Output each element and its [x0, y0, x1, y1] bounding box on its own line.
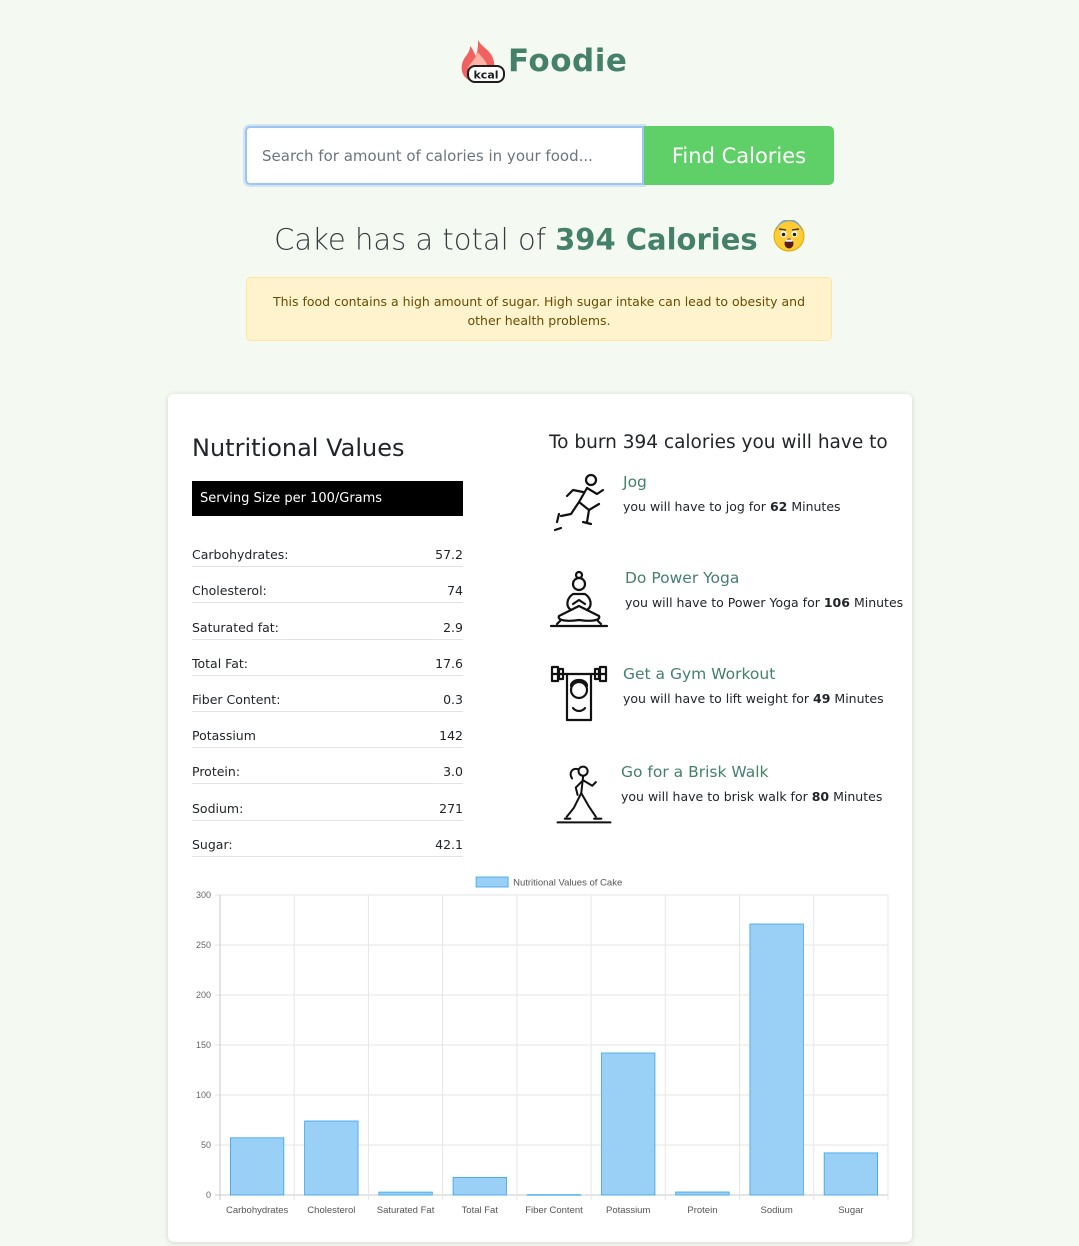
nutrition-value: 74 [447, 583, 463, 599]
chart-bar [229, 1137, 285, 1196]
chart-bar [304, 1120, 359, 1196]
walking-icon [556, 765, 612, 824]
chart-bar [378, 1191, 433, 1196]
x-tick-label: Cholesterol [307, 1205, 355, 1216]
find-calories-button[interactable]: Find Calories [644, 126, 834, 185]
exercise-detail: you will have to jog for 62 Minutes [623, 499, 841, 514]
brand-badge: kcal [473, 69, 498, 82]
exercise-title: Get a Gym Workout [623, 665, 776, 683]
x-tick-label: Total Fat [462, 1205, 499, 1216]
chart-bar [749, 923, 804, 1196]
exercise-yoga: Do Power Yoga you will have to Power Yog… [549, 568, 903, 632]
nutrition-title: Nutritional Values [192, 434, 405, 462]
nutrition-row: Fiber Content: 0.3 [192, 676, 463, 712]
chart-bar [823, 1152, 879, 1196]
nutrition-label: Total Fat: [192, 655, 248, 671]
x-tick-label: Fiber Content [525, 1205, 583, 1216]
yoga-icon [549, 570, 609, 628]
nutrition-row: Sodium: 271 [192, 784, 463, 821]
exercise-title: Do Power Yoga [625, 569, 740, 587]
weightlifting-icon [550, 665, 608, 722]
x-tick-label: Sodium [761, 1205, 793, 1216]
exercise-detail: you will have to brisk walk for 80 Minut… [621, 789, 883, 804]
nutrition-row: Cholesterol: 74 [192, 567, 463, 604]
nutrition-value: 271 [439, 800, 463, 816]
nutrition-row: Sugar: 42.1 [192, 821, 463, 857]
x-tick-label: Potassium [606, 1205, 650, 1216]
exercise-gym: Get a Gym Workout you will have to lift … [549, 664, 884, 728]
jogging-icon [553, 473, 605, 532]
nutrition-row: Protein: 3.0 [192, 748, 463, 785]
chart-bar [526, 1194, 582, 1196]
nutrition-value: 17.6 [435, 655, 463, 671]
fearful-face-icon [773, 219, 805, 259]
search-bar: Find Calories [245, 126, 834, 185]
exercise-title: Jog [623, 473, 647, 491]
burn-title: To burn 394 calories you will have to [549, 432, 888, 453]
calorie-total: 394 Calories [555, 222, 758, 257]
nutrition-row: Saturated fat: 2.9 [192, 603, 463, 640]
x-tick-label: Sugar [838, 1205, 863, 1216]
brand-name: Foodie [508, 43, 628, 79]
result-prefix: has a total of [354, 222, 546, 257]
nutrition-row: Total Fat: 17.6 [192, 640, 463, 676]
nutrition-row: Carbohydrates: 57.2 [192, 531, 463, 568]
results-card: Nutritional Values Serving Size per 100/… [168, 394, 912, 1242]
exercise-detail: you will have to Power Yoga for 106 Minu… [625, 595, 904, 610]
food-name: Cake [274, 222, 346, 257]
nutrition-label: Potassium [192, 728, 256, 744]
nutrition-label: Carbohydrates: [192, 547, 289, 563]
nutrition-label: Fiber Content: [192, 691, 281, 707]
serving-size-bar: Serving Size per 100/Grams [192, 481, 463, 516]
flame-icon: kcal [461, 40, 505, 83]
nutrition-label: Saturated fat: [192, 619, 279, 635]
chart-bar [675, 1191, 730, 1196]
brand-logo[interactable]: kcal Foodie [456, 36, 627, 86]
nutrition-label: Cholesterol: [192, 583, 267, 599]
exercise-walk: Go for a Brisk Walk you will have to bri… [553, 762, 882, 826]
sugar-warning-alert: This food contains a high amount of suga… [246, 277, 832, 341]
nutrition-value: 142 [439, 728, 463, 744]
y-tick-label: 100 [196, 1090, 211, 1100]
legend-swatch [475, 876, 509, 888]
y-tick-label: 150 [196, 1040, 211, 1050]
nutrition-value: 3.0 [443, 764, 463, 780]
nutrition-bar-chart: 0 50 100 150 200 250 300 Carbohydrates Cholester… [196, 876, 889, 1216]
x-tick-label: Carbohydrates [226, 1205, 289, 1216]
nutrition-value: 42.1 [435, 836, 463, 852]
chart-bar [601, 1052, 656, 1196]
nutrition-value: 2.9 [443, 619, 463, 635]
nutrition-row: Potassium 142 [192, 712, 463, 749]
nutrition-value: 0.3 [443, 691, 463, 707]
x-tick-label: Saturated Fat [377, 1205, 435, 1216]
search-input[interactable] [245, 126, 644, 185]
nutrition-label: Sugar: [192, 836, 233, 852]
legend-label: Nutritional Values of Cake [513, 878, 622, 889]
calorie-result: Cake has a total of 394 Calories [0, 219, 1079, 261]
y-tick-label: 200 [196, 990, 211, 1000]
y-tick-label: 0 [206, 1190, 211, 1200]
exercise-jog: Jog you will have to jog for 62 Minutes [553, 472, 841, 536]
exercise-detail: you will have to lift weight for 49 Minu… [623, 691, 884, 706]
exercise-title: Go for a Brisk Walk [621, 763, 769, 781]
nutrition-list: Carbohydrates: 57.2 Cholesterol: 74 Satura… [192, 531, 463, 857]
chart-bar [452, 1176, 507, 1196]
nutrition-label: Protein: [192, 764, 241, 780]
y-tick-label: 50 [201, 1140, 211, 1150]
x-tick-label: Protein [687, 1205, 717, 1216]
nutrition-label: Sodium: [192, 800, 244, 816]
y-tick-label: 300 [196, 890, 211, 900]
y-tick-label: 250 [196, 940, 211, 950]
nutrition-value: 57.2 [435, 547, 463, 563]
